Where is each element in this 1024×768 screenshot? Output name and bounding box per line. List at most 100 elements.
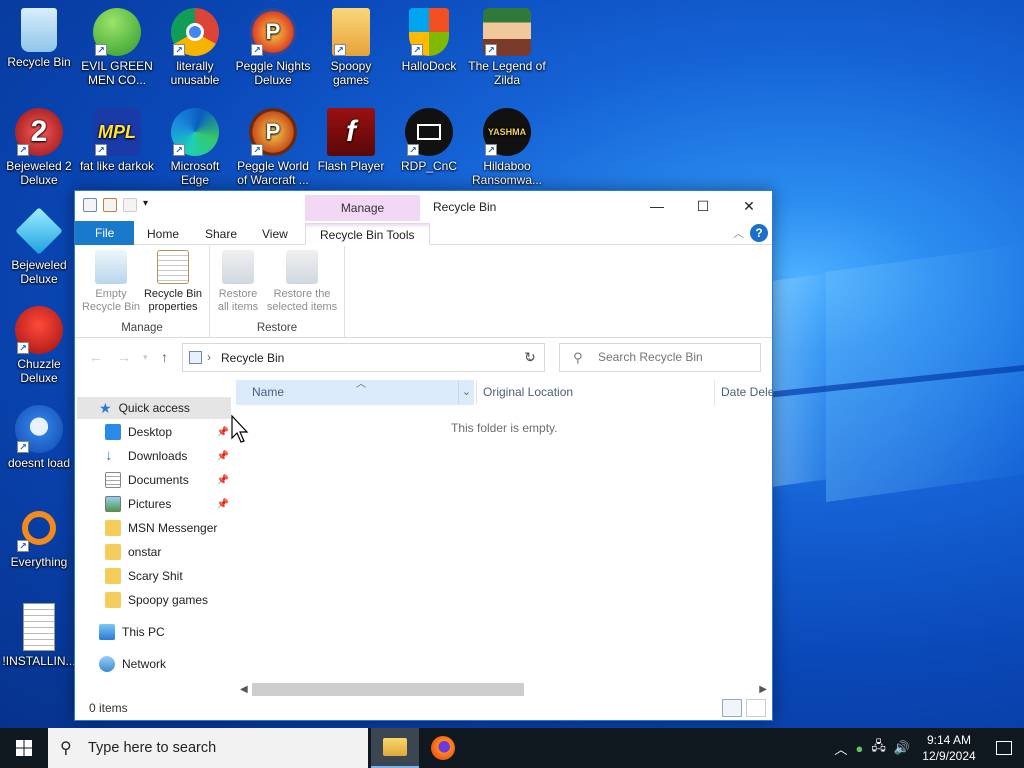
back-arrow-icon[interactable]: ←	[89, 349, 103, 365]
tab-home[interactable]: Home	[133, 223, 193, 245]
column-header-name[interactable]: Name ︿ ⌄	[236, 379, 474, 405]
collapse-ribbon-icon[interactable]: ︿	[733, 225, 744, 241]
nav-pictures[interactable]: Pictures 📌	[105, 493, 231, 515]
notification-center-button[interactable]	[984, 728, 1024, 768]
desktop-icon-bejeweled[interactable]: Bejeweled Deluxe	[0, 207, 78, 286]
nav-spoopy-games[interactable]: Spoopy games	[105, 589, 231, 611]
column-filter-dropdown-icon[interactable]: ⌄	[458, 380, 474, 405]
desktop-icon-chrome[interactable]: ↗ literally unusable	[156, 8, 234, 87]
nav-onstar[interactable]: onstar	[105, 541, 231, 563]
nav-downloads[interactable]: ↓ Downloads 📌	[105, 445, 231, 467]
volume-icon[interactable]: 🔊	[894, 740, 910, 756]
large-icons-view-icon[interactable]	[746, 699, 766, 717]
maximize-button[interactable]: ☐	[680, 191, 726, 221]
tray-app-icon[interactable]: ●	[855, 741, 863, 756]
empty-recycle-bin-button[interactable]: Empty Recycle Bin	[81, 250, 141, 314]
desktop-icon-installing[interactable]: !INSTALLIN...	[0, 603, 78, 668]
recycle-bin-small-icon	[83, 198, 97, 212]
forward-arrow-icon[interactable]: →	[117, 349, 131, 365]
desktop-icon-hildaboo[interactable]: YASHMA ↗ Hildaboo Ransomwa...	[468, 108, 546, 187]
new-folder-qat-icon[interactable]	[123, 198, 137, 212]
search-box[interactable]: ⚲	[559, 343, 761, 372]
desktop-folder-icon	[105, 424, 121, 440]
tab-recycle-bin-tools[interactable]: Recycle Bin Tools	[305, 223, 430, 245]
desktop-icon-zilda[interactable]: ↗ The Legend of Zilda	[468, 8, 546, 87]
shortcut-arrow-icon: ↗	[17, 144, 29, 156]
nav-msn-messenger[interactable]: MSN Messenger	[105, 517, 231, 539]
network-icon[interactable]: 🖧	[871, 737, 886, 759]
peggle-icon: P ↗	[249, 8, 297, 56]
taskbar-search-box[interactable]: ⚲ Type here to search	[48, 728, 368, 768]
help-icon[interactable]: ?	[750, 224, 768, 242]
clock[interactable]: 9:14 AM 12/9/2024	[914, 732, 984, 764]
chuzzle-icon: ↗	[15, 306, 63, 354]
restore-selected-items-button[interactable]: Restore the selected items	[264, 250, 340, 314]
recycle-bin-properties-button[interactable]: Recycle Bin properties	[141, 250, 205, 314]
nav-documents[interactable]: Documents 📌	[105, 469, 231, 491]
documents-icon	[105, 472, 121, 488]
desktop-icon-recycle-bin[interactable]: Recycle Bin	[0, 8, 78, 69]
everything-icon: ↗	[15, 504, 63, 552]
scrollbar-thumb[interactable]	[252, 683, 524, 696]
nav-this-pc[interactable]: This PC	[99, 621, 231, 643]
column-header-date-deleted[interactable]: Date Dele	[714, 380, 774, 405]
desktop-icon-evil-green-men[interactable]: ↗ EVIL GREEN MEN CO...	[78, 8, 156, 87]
show-hidden-icons-icon[interactable]: ︿	[834, 739, 847, 758]
address-row: ← → ▾ ↑ › Recycle Bin ⌄ ↻ ⚲	[75, 341, 772, 375]
breadcrumb[interactable]: Recycle Bin	[221, 351, 284, 365]
tab-file[interactable]: File	[75, 221, 135, 245]
recycle-bin-icon	[21, 8, 57, 52]
desktop-icon-rdp-cnc[interactable]: ↗ RDP_CnC	[390, 108, 468, 173]
close-button[interactable]: ✕	[726, 191, 772, 221]
desktop-icon-peggle-wow[interactable]: P ↗ Peggle World of Warcraft ...	[234, 108, 312, 187]
rdp-icon: ↗	[405, 108, 453, 156]
desktop-icon-peggle-nights[interactable]: P ↗ Peggle Nights Deluxe	[234, 8, 312, 87]
ribbon-group-label-restore: Restore	[256, 322, 298, 334]
title-bar[interactable]: ▾ Manage Recycle Bin ― ☐ ✕	[75, 191, 772, 221]
desktop-icon-fat-like-darkok[interactable]: MPL ↗ fat like darkok	[78, 108, 156, 173]
nav-desktop[interactable]: Desktop 📌	[105, 421, 231, 443]
taskbar-firefox[interactable]	[419, 728, 467, 768]
start-button[interactable]	[0, 728, 48, 768]
refresh-button[interactable]: ↻	[516, 343, 545, 372]
recycle-bin-address-icon	[189, 351, 202, 364]
minimize-button[interactable]: ―	[634, 191, 680, 221]
desktop-icon-spoopy-games[interactable]: ↗ Spoopy games	[312, 8, 390, 87]
taskbar-file-explorer[interactable]	[371, 728, 419, 768]
restore-all-items-button[interactable]: Restore all items	[214, 250, 262, 314]
details-view-icon[interactable]	[722, 699, 742, 717]
system-tray: ︿ ● 🖧 🔊 9:14 AM 12/9/2024	[830, 728, 1024, 768]
shortcut-arrow-icon: ↗	[485, 44, 497, 56]
desktop-icon-flash-player[interactable]: f Flash Player	[312, 108, 390, 173]
recent-locations-chevron-icon[interactable]: ▾	[143, 352, 148, 363]
address-bar[interactable]: › Recycle Bin ⌄	[182, 343, 545, 372]
manage-contextual-tab[interactable]: Manage	[305, 195, 420, 221]
desktop-icon-doesnt-load[interactable]: ↗ doesnt load	[0, 405, 78, 470]
edge-icon: ↗	[171, 108, 219, 156]
shield-icon: ↗	[409, 8, 449, 56]
nav-network[interactable]: Network	[99, 653, 231, 675]
properties-qat-icon[interactable]	[103, 198, 117, 212]
column-header-original-location[interactable]: Original Location	[476, 380, 714, 405]
bejeweled-icon	[15, 207, 63, 255]
nav-quick-access[interactable]: ★ Quick access	[77, 397, 231, 419]
desktop-icon-bejeweled-2[interactable]: 2 ↗ Bejeweled 2 Deluxe	[0, 108, 78, 187]
search-input[interactable]	[598, 350, 748, 364]
tab-share[interactable]: Share	[191, 223, 251, 245]
shortcut-arrow-icon: ↗	[17, 540, 29, 552]
empty-recycle-bin-icon	[95, 250, 127, 284]
desktop-icon-hallodock[interactable]: ↗ HalloDock	[390, 8, 468, 73]
tab-view[interactable]: View	[248, 223, 302, 245]
taskbar-search-placeholder: Type here to search	[88, 740, 217, 756]
up-arrow-icon[interactable]: ↑	[161, 349, 168, 365]
breadcrumb-chevron-icon[interactable]: ›	[207, 350, 211, 364]
ribbon-group-label-manage: Manage	[121, 322, 163, 334]
desktop-icon-edge[interactable]: ↗ Microsoft Edge	[156, 108, 234, 187]
shortcut-arrow-icon: ↗	[251, 44, 263, 56]
nav-scary-shit[interactable]: Scary Shit	[105, 565, 231, 587]
sort-ascending-icon: ︿	[356, 379, 366, 390]
shortcut-arrow-icon: ↗	[334, 44, 346, 56]
desktop-icon-chuzzle[interactable]: ↗ Chuzzle Deluxe	[0, 306, 78, 385]
desktop-icon-everything[interactable]: ↗ Everything	[0, 504, 78, 569]
qat-customize-icon[interactable]: ▾	[143, 198, 151, 212]
